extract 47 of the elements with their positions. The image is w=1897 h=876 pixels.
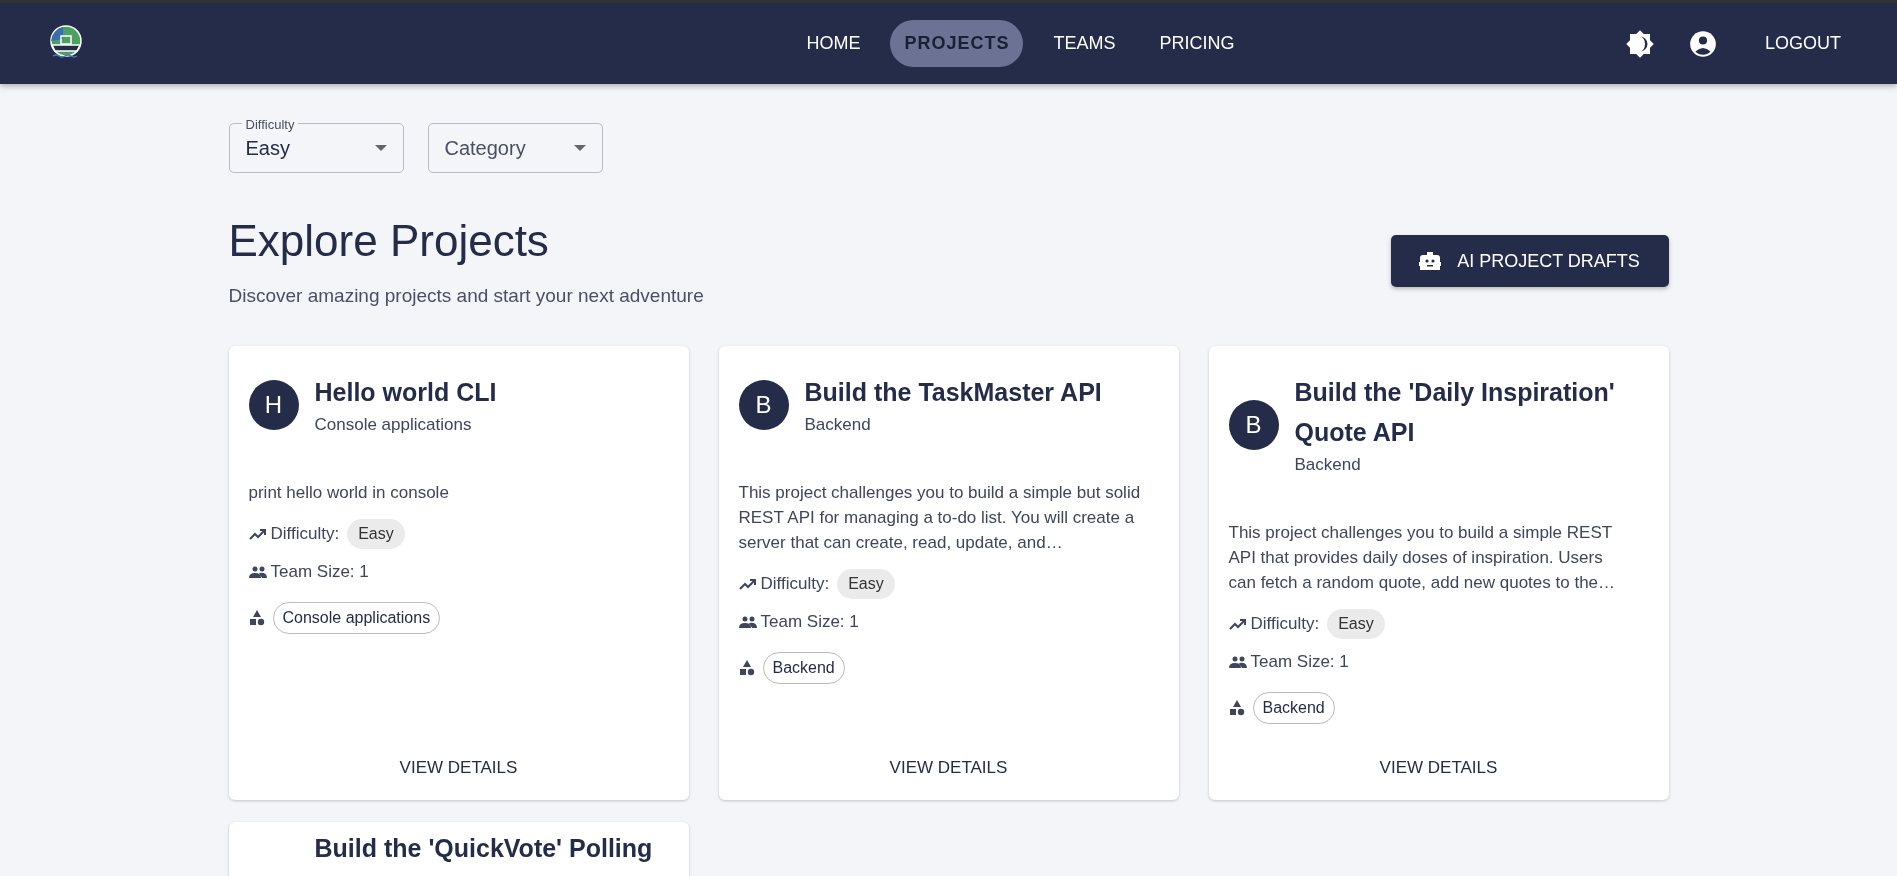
shapes-icon [1228,700,1245,717]
project-title: Hello world CLI [314,377,497,409]
difficulty-label: Difficulty: [270,523,340,546]
group-icon [738,615,757,628]
group-icon [248,565,267,578]
select-field[interactable]: Category [427,123,603,173]
caret-icon [374,145,387,151]
avatar: B [738,380,789,431]
avatar: B [1228,400,1279,451]
team-size: Team Size: 1 [270,560,369,583]
ai-drafts-button[interactable]: AI PROJECT DRAFTS [1390,235,1669,287]
trend-icon [1228,617,1247,630]
project-title: Build the 'Daily Inspiration' Quote API [1294,377,1616,449]
view-details-button[interactable]: VIEW DETAILS [1365,746,1512,789]
project-category: Console applications [314,414,473,437]
trend-icon [248,527,267,540]
team-size: Team Size: 1 [760,610,859,633]
project-category: Backend [804,414,872,437]
shapes-icon [248,610,265,627]
shapes-icon [738,660,755,677]
difficulty-chip: Easy [347,518,405,549]
difficulty-label: Difficulty: [760,573,830,596]
group-icon [1228,655,1247,668]
project-description: This project challenges you to build a simple but solid REST API for managing a to-do list. You will create a server that can create, read, update, and… [738,481,1142,554]
account-icon[interactable] [1689,29,1717,58]
nav-link[interactable]: TEAMS [1039,20,1130,67]
difficulty-chip: Easy [837,568,895,599]
theme-toggle-icon[interactable] [1625,28,1655,59]
difficulty-chip: Easy [1327,608,1385,639]
project-title: Build the TaskMaster API [804,377,1102,409]
logout-button[interactable]: LOGOUT [1751,20,1855,67]
avatar: H [248,380,299,431]
view-details-button[interactable]: VIEW DETAILS [385,746,532,789]
caret-icon [573,145,586,151]
team-size: Team Size: 1 [1250,650,1349,673]
project-title: Build the 'QuickVote' Polling [314,834,653,863]
page-title: Explore Projects [228,215,550,267]
nav-link[interactable]: PRICING [1145,20,1249,67]
project-description: print hello world in console [248,481,450,504]
project-description: This project challenges you to build a simple REST API that provides daily doses of inspiration. Users can fetch a random quote, add new quotes to the… [1228,521,1617,594]
page-subtitle: Discover amazing projects and start your next adventure [228,283,704,308]
view-details-button[interactable]: VIEW DETAILS [875,746,1022,789]
robot-icon [1419,251,1442,271]
nav-link[interactable]: HOME [792,20,875,67]
project-category: Backend [1294,454,1362,477]
difficulty-label: Difficulty: [1250,613,1320,636]
trend-icon [738,577,757,590]
